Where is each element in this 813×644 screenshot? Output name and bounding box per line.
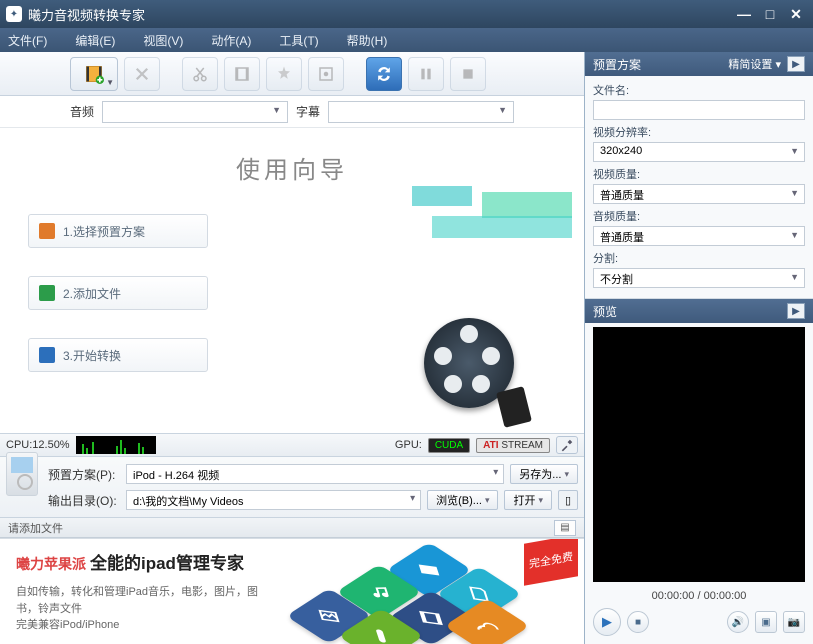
maximize-button[interactable]: □ [759,5,781,23]
subtitle-label: 字幕 [296,103,320,120]
audio-quality-label: 音频质量: [593,208,805,224]
output-dir-combo[interactable]: d:\我的文档\My Videos [126,490,421,510]
window-title: 曦力音视频转换专家 [28,5,733,24]
ipod-icon [6,452,38,496]
minimize-button[interactable]: — [733,5,755,23]
filelist-hint: 请添加文件 [8,520,63,536]
open-button[interactable]: 打开 [504,490,552,510]
crop-button[interactable] [224,57,260,91]
play-button[interactable]: ▶ [593,608,621,636]
sort-button[interactable]: ▤ [554,520,576,536]
panel-settings-button[interactable]: 精简设置 ▾ [728,56,781,72]
audio-quality-combo[interactable]: 普通质量 [593,226,805,246]
preview-canvas [593,327,805,582]
cut-button[interactable] [182,57,218,91]
menu-view[interactable]: 视图(V) [143,32,183,49]
effects-button[interactable] [266,57,302,91]
cuda-badge: CUDA [428,438,470,453]
menu-file[interactable]: 文件(F) [8,32,47,49]
audio-label: 音频 [70,103,94,120]
preset-scheme-label: 预置方案(P): [48,466,120,483]
settings-button[interactable] [556,436,578,454]
chevron-down-icon: ▼ [106,78,114,87]
output-dir-label: 输出目录(O): [48,492,120,509]
video-quality-label: 视频质量: [593,166,805,182]
split-label: 分割: [593,250,805,266]
convert-step-icon [39,347,55,363]
stop-button[interactable] [450,57,486,91]
menu-bar: 文件(F) 编辑(E) 视图(V) 动作(A) 工具(T) 帮助(H) [0,28,813,52]
video-quality-combo[interactable]: 普通质量 [593,184,805,204]
filename-input[interactable] [593,100,805,120]
browse-button[interactable]: 浏览(B)... [427,490,498,510]
preset-scheme-combo[interactable]: iPod - H.264 视频 [126,464,504,484]
filename-label: 文件名: [593,82,805,98]
snapshot-button[interactable]: ▣ [755,611,777,633]
delete-button[interactable] [124,57,160,91]
banner-graphic [294,549,544,644]
convert-button[interactable] [366,57,402,91]
banner-sub2: 完美兼容iPod/iPhone [16,617,276,634]
ati-badge: ATI STREAM [476,438,550,453]
banner-sub1: 自如传输，转化和管理iPad音乐，电影，图片，图书，铃声文件 [16,584,276,617]
gpu-label: GPU: [395,439,422,451]
preview-panel-title: 预览 [593,303,617,320]
cpu-sparkline [76,436,156,454]
decorative-overlay [412,186,572,246]
app-icon: ✦ [6,6,22,22]
banner-accent: 曦力苹果派 [16,556,86,572]
split-combo[interactable]: 不分割 [593,268,805,288]
step-select-preset[interactable]: 1.选择预置方案 [28,214,208,248]
resolution-combo[interactable]: 320x240 [593,142,805,162]
subtitle-combo[interactable] [328,101,514,123]
step-start-convert[interactable]: 3.开始转换 [28,338,208,372]
preset-step-icon [39,223,55,239]
promo-banner[interactable]: 曦力苹果派全能的ipad管理专家 自如传输，转化和管理iPad音乐，电影，图片，… [0,538,584,644]
step-add-files[interactable]: 2.添加文件 [28,276,208,310]
save-as-button[interactable]: 另存为... [510,464,578,484]
panel-play-button[interactable]: ▶ [787,56,805,72]
banner-title: 全能的ipad管理专家 [90,554,244,573]
mute-button[interactable]: 🔊 [727,611,749,633]
menu-tools[interactable]: 工具(T) [279,32,318,49]
stop-preview-button[interactable]: ■ [627,611,649,633]
step-label: 2.添加文件 [63,285,121,302]
menu-edit[interactable]: 编辑(E) [75,32,115,49]
film-reel-icon [414,313,524,423]
toolbar: ▼ [0,52,584,96]
device-button[interactable]: ▯ [558,490,578,510]
camera-button[interactable]: 📷 [783,611,805,633]
step-label: 1.选择预置方案 [63,223,145,240]
menu-help[interactable]: 帮助(H) [347,32,388,49]
pause-button[interactable] [408,57,444,91]
merge-button[interactable] [308,57,344,91]
menu-action[interactable]: 动作(A) [211,32,251,49]
add-step-icon [39,285,55,301]
audio-combo[interactable] [102,101,288,123]
preview-play-button[interactable]: ▶ [787,303,805,319]
preset-panel-title: 预置方案 [593,56,641,73]
close-button[interactable]: ✕ [785,5,807,23]
cpu-label: CPU:12.50% [6,439,70,451]
add-file-button[interactable]: ▼ [70,57,118,91]
wizard-title: 使用向导 [0,150,584,185]
resolution-label: 视频分辨率: [593,124,805,140]
preview-time: 00:00:00 / 00:00:00 [585,586,813,604]
step-label: 3.开始转换 [63,347,121,364]
